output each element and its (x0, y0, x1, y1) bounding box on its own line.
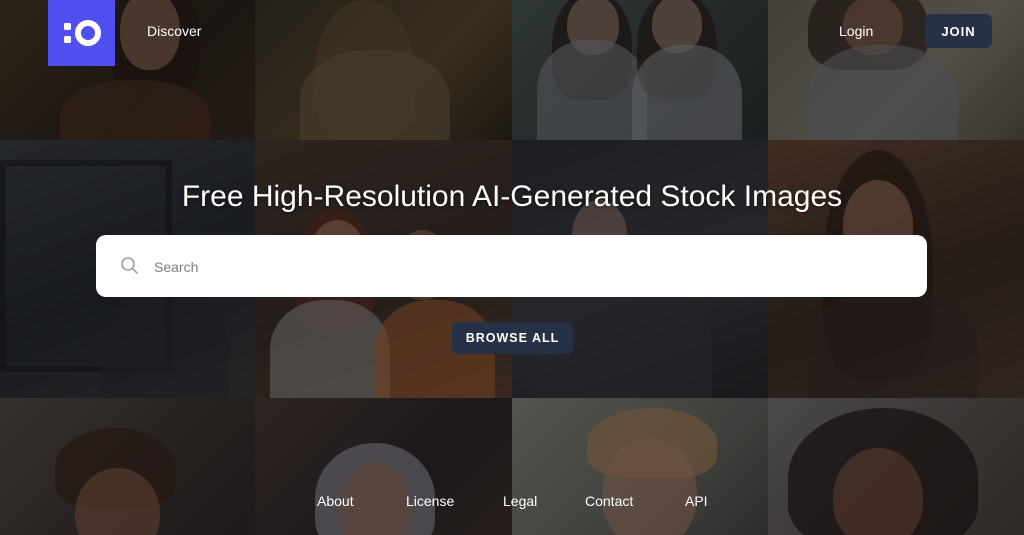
brand-logo[interactable] (48, 0, 115, 66)
search-input[interactable] (152, 251, 896, 283)
brand-logo-icon (63, 20, 101, 46)
footer-link-about[interactable]: About (317, 493, 354, 509)
browse-all-button[interactable]: BROWSE ALL (452, 322, 573, 354)
page-title: Free High-Resolution AI-Generated Stock … (181, 180, 843, 213)
footer-nav: About License Legal Contact API (0, 493, 1024, 511)
join-button[interactable]: JOIN (925, 14, 992, 48)
search-icon (121, 257, 138, 274)
footer-link-license[interactable]: License (406, 493, 454, 509)
footer-link-api[interactable]: API (685, 493, 708, 509)
footer-link-legal[interactable]: Legal (503, 493, 537, 509)
nav-discover-link[interactable]: Discover (147, 23, 201, 39)
footer-link-contact[interactable]: Contact (585, 493, 633, 509)
search-bar[interactable] (96, 235, 927, 297)
nav-login-link[interactable]: Login (839, 23, 873, 39)
